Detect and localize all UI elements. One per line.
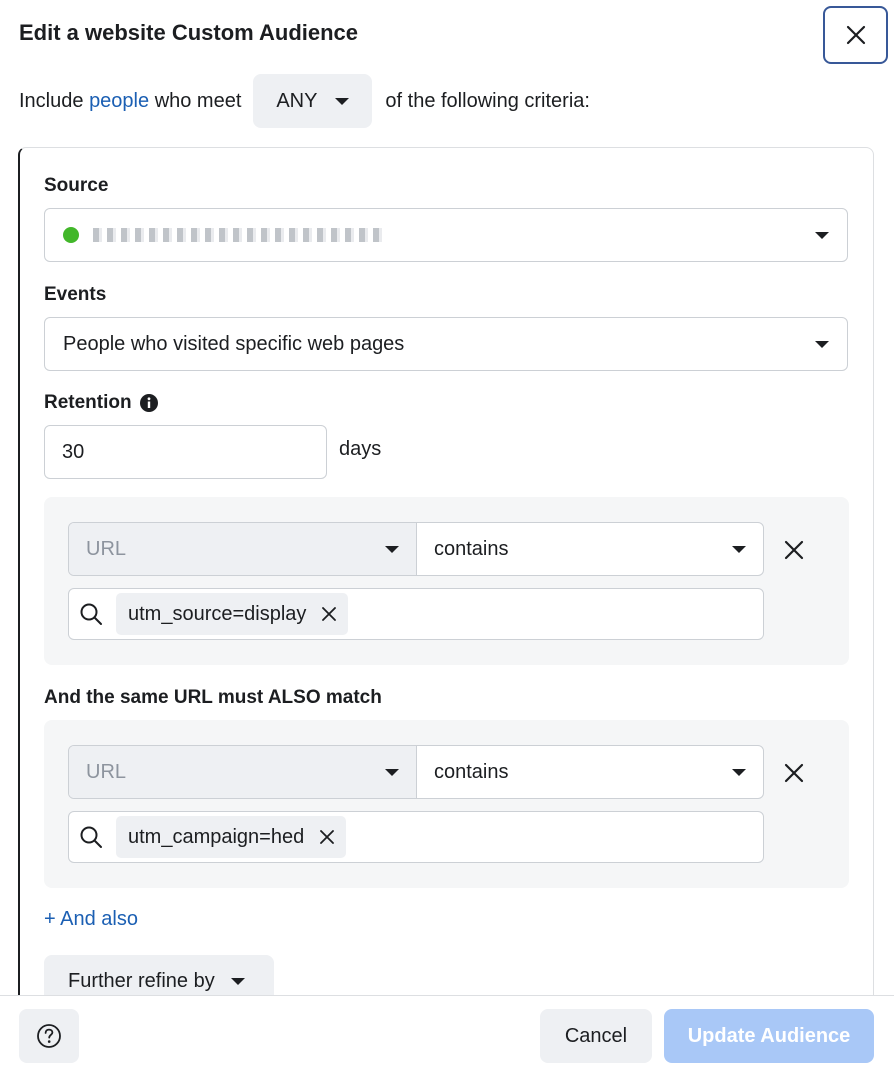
- url-rule-group: URL contains utm_source=display: [44, 497, 849, 665]
- rule-field-dropdown: URL: [69, 523, 417, 575]
- close-icon: [846, 25, 865, 45]
- help-button[interactable]: [19, 1009, 79, 1063]
- rule-operator-dropdown[interactable]: contains: [417, 746, 763, 798]
- chevron-down-icon: [815, 340, 829, 348]
- rule-value-input[interactable]: utm_campaign=hed: [68, 811, 764, 863]
- events-value: People who visited specific web pages: [63, 332, 405, 355]
- remove-rule-button[interactable]: [779, 535, 809, 565]
- url-rule-line: URL contains: [68, 522, 764, 576]
- retention-unit: days: [339, 438, 382, 460]
- rule-field-value: URL: [86, 760, 127, 783]
- include-middle: who meet: [154, 89, 242, 112]
- also-match-label: And the same URL must ALSO match: [44, 687, 382, 708]
- retention-label-row: Retention: [44, 392, 158, 414]
- rule-operator-dropdown[interactable]: contains: [417, 523, 763, 575]
- token-label: utm_campaign=hed: [128, 825, 305, 848]
- search-icon: [80, 826, 102, 848]
- chevron-down-icon: [815, 231, 829, 239]
- url-rule-line: URL contains: [68, 745, 764, 799]
- token-label: utm_source=display: [128, 602, 307, 625]
- rule-operator-value: contains: [434, 760, 509, 783]
- update-audience-button[interactable]: Update Audience: [664, 1009, 874, 1063]
- source-label: Source: [44, 175, 109, 196]
- retention-value: 30: [62, 440, 85, 463]
- dialog-title: Edit a website Custom Audience: [19, 20, 359, 45]
- search-icon: [80, 603, 102, 625]
- include-prefix: Include: [19, 89, 84, 112]
- include-criteria-row: Include people who meet ANY of the follo…: [19, 74, 590, 128]
- and-also-link[interactable]: + And also: [44, 908, 138, 931]
- chevron-down-icon: [732, 768, 746, 776]
- rule-value-input[interactable]: utm_source=display: [68, 588, 764, 640]
- close-icon: [784, 540, 804, 560]
- source-status-dot: [63, 227, 79, 243]
- close-button[interactable]: [823, 6, 888, 64]
- events-label: Events: [44, 284, 107, 305]
- remove-token-icon[interactable]: [322, 607, 337, 621]
- chevron-down-icon: [385, 768, 399, 776]
- rule-value-token: utm_source=display: [116, 593, 349, 635]
- refine-label: Further refine by: [68, 969, 215, 992]
- rule-field-value: URL: [86, 537, 127, 560]
- remove-token-icon[interactable]: [320, 830, 335, 844]
- rule-operator-value: contains: [434, 537, 509, 560]
- redacted-source-name: [93, 228, 383, 242]
- dialog-footer: Cancel Update Audience: [0, 995, 894, 1068]
- close-icon: [784, 763, 804, 783]
- chevron-down-icon: [385, 545, 399, 553]
- include-suffix: of the following criteria:: [385, 89, 590, 112]
- rule-field-dropdown: URL: [69, 746, 417, 798]
- chevron-down-icon: [732, 545, 746, 553]
- info-icon[interactable]: [139, 394, 158, 412]
- chevron-down-icon: [335, 97, 350, 105]
- cancel-button[interactable]: Cancel: [540, 1009, 652, 1063]
- url-rule-group: URL contains utm_campaign=hed: [44, 720, 849, 888]
- chevron-down-icon: [230, 977, 245, 985]
- people-link[interactable]: people: [89, 90, 149, 113]
- events-dropdown[interactable]: People who visited specific web pages: [44, 317, 848, 371]
- retention-label: Retention: [44, 392, 132, 413]
- source-dropdown[interactable]: [44, 208, 848, 262]
- retention-days-input[interactable]: 30: [44, 425, 327, 479]
- match-type-value: ANY: [276, 89, 318, 112]
- question-icon: [37, 1024, 61, 1048]
- remove-rule-button[interactable]: [779, 758, 809, 788]
- rule-value-token: utm_campaign=hed: [116, 816, 347, 858]
- match-type-dropdown[interactable]: ANY: [253, 74, 373, 128]
